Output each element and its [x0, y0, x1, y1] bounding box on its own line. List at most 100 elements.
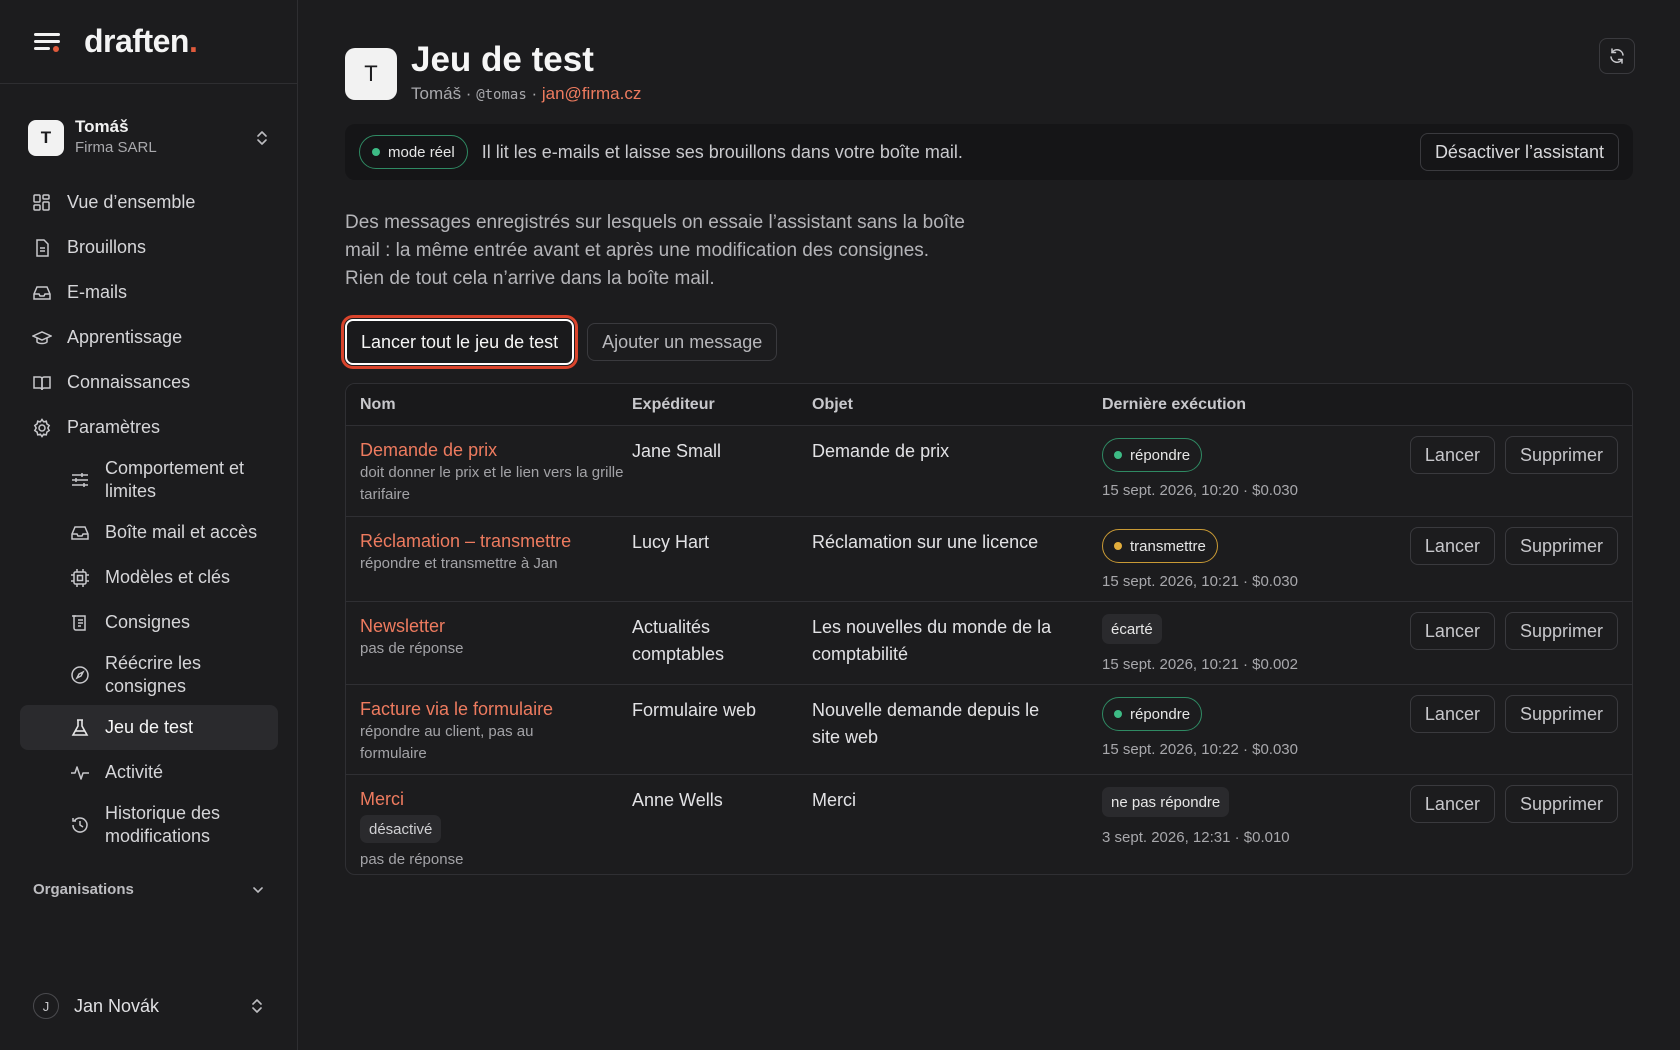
test-case-note: répondre au client, pas au formulaire [360, 723, 534, 762]
banner-text: Il lit les e-mails et laisse ses brouill… [481, 141, 963, 162]
test-case-note: doit donner le prix et le lien vers la g… [360, 464, 624, 503]
delete-button[interactable]: Supprimer [1504, 527, 1618, 565]
disabled-badge: désactivé [360, 815, 442, 843]
sender-cell: Anne Wells [632, 790, 723, 810]
sender-cell: Lucy Hart [632, 532, 710, 552]
run-button[interactable]: Lancer [1409, 436, 1495, 474]
table-header: Nom Expéditeur Objet Dernière exécution [346, 384, 1632, 426]
sidebar-item-drafts[interactable]: Brouillons [20, 225, 278, 270]
sidebar-item-activity[interactable]: Activité [20, 750, 278, 795]
sidebar-item-history[interactable]: Historique des modifications [20, 795, 278, 855]
column-header-sender[interactable]: Expéditeur [632, 396, 812, 414]
sidebar-item-behavior[interactable]: Comportement et limites [20, 450, 278, 510]
chevron-updown-icon [252, 999, 262, 1013]
delete-button[interactable]: Supprimer [1504, 785, 1618, 823]
column-header-name[interactable]: Nom [346, 396, 632, 414]
refresh-button[interactable] [1599, 38, 1635, 74]
result-label: répondre [1130, 446, 1191, 464]
sidebar-item-mailbox[interactable]: Boîte mail et accès [20, 510, 278, 555]
sidebar-item-settings[interactable]: Paramètres [20, 405, 278, 450]
mode-badge: mode réel [359, 135, 468, 169]
menu-icon[interactable] [34, 31, 60, 53]
sidebar-item-label: Brouillons [67, 237, 147, 257]
run-all-button[interactable]: Lancer tout le jeu de test [340, 315, 579, 369]
sidebar-item-overview[interactable]: Vue d’ensemble [20, 180, 278, 225]
page-description: Des messages enregistrés sur lesquels on… [345, 212, 965, 289]
delete-button[interactable]: Supprimer [1504, 612, 1618, 650]
sidebar-item-models[interactable]: Modèles et clés [20, 555, 278, 600]
subject-cell: Nouvelle demande depuis le site web [812, 700, 1040, 747]
assistant-status-banner: mode réel Il lit les e-mails et laisse s… [345, 124, 1633, 180]
sidebar-item-knowledge[interactable]: Connaissances [20, 360, 278, 405]
cpu-icon [71, 568, 89, 587]
result-badge: écarté [1102, 614, 1162, 644]
result-label: répondre [1130, 705, 1191, 723]
flask-icon [71, 718, 89, 736]
owner-email-link[interactable]: jan@firma.cz [542, 84, 641, 103]
run-button[interactable]: Lancer [1409, 695, 1495, 733]
result-badge: ne pas répondre [1102, 787, 1230, 817]
mode-label: mode réel [388, 143, 455, 161]
separator: · [526, 84, 542, 103]
workspace-avatar: T [28, 120, 64, 156]
test-set-table: Nom Expéditeur Objet Dernière exécution … [345, 383, 1633, 875]
sidebar-item-label: Boîte mail et accès [105, 522, 258, 542]
delete-button[interactable]: Supprimer [1504, 695, 1618, 733]
run-button[interactable]: Lancer [1409, 785, 1495, 823]
workspace-switcher[interactable]: T Tomáš Firma SARL [28, 116, 270, 160]
column-header-subject[interactable]: Objet [812, 396, 1102, 414]
result-badge: transmettre [1102, 529, 1218, 563]
organisations-toggle[interactable]: Organisations [33, 881, 265, 898]
test-case-note: pas de réponse [360, 640, 464, 657]
result-badge: répondre [1102, 697, 1203, 731]
test-case-link[interactable]: Merci [360, 787, 632, 811]
sidebar-item-label: Historique des modifications [105, 803, 221, 846]
sender-cell: Formulaire web [632, 700, 757, 720]
sidebar-item-label: Connaissances [67, 372, 191, 392]
last-run-meta: 15 sept. 2026, 10:21 · $0.002 [1102, 656, 1298, 673]
deactivate-assistant-button[interactable]: Désactiver l’assistant [1419, 133, 1619, 171]
workspace-org: Firma SARL [75, 139, 157, 156]
sender-cell: Actualités comptables [632, 617, 725, 664]
sidebar-item-label: Apprentissage [67, 327, 183, 347]
owner-handle: @tomas [476, 87, 527, 103]
sidebar-item-label: E-mails [67, 282, 128, 302]
test-case-link[interactable]: Réclamation – transmettre [360, 529, 632, 553]
table-row: Newsletter pas de réponse Actualités com… [346, 602, 1632, 685]
workspace-name: Tomáš [75, 117, 129, 136]
main-content: T Jeu de test Tomáš · @tomas · jan@firma… [340, 0, 1635, 1050]
sidebar-item-label: Vue d’ensemble [67, 192, 196, 212]
sidebar-item-label: Paramètres [67, 417, 161, 437]
sidebar-item-label: Consignes [105, 612, 191, 632]
sidebar-item-testset[interactable]: Jeu de test [20, 705, 278, 750]
page-header: T Jeu de test Tomáš · @tomas · jan@firma… [345, 40, 641, 104]
graduation-cap-icon [32, 330, 52, 344]
sidebar-item-rewrite[interactable]: Réécrire les consignes [20, 645, 278, 705]
sidebar-item-learning[interactable]: Apprentissage [20, 315, 278, 360]
logo[interactable]: draften. [84, 23, 198, 60]
separator: · [461, 84, 477, 103]
sidebar-item-label: Activité [105, 762, 164, 782]
delete-button[interactable]: Supprimer [1504, 436, 1618, 474]
sliders-icon [72, 473, 88, 487]
test-case-link[interactable]: Newsletter [360, 614, 632, 638]
inbox-icon [71, 525, 89, 540]
add-message-button[interactable]: Ajouter un message [587, 323, 778, 361]
test-case-link[interactable]: Facture via le formulaire [360, 697, 632, 721]
sidebar-item-emails[interactable]: E-mails [20, 270, 278, 315]
activity-icon [71, 765, 89, 780]
column-header-last-run[interactable]: Dernière exécution [1102, 396, 1392, 414]
organisations-label: Organisations [33, 881, 134, 898]
result-label: ne pas répondre [1111, 793, 1221, 811]
sidebar-item-label: Jeu de test [105, 717, 194, 737]
run-button[interactable]: Lancer [1409, 527, 1495, 565]
brand-bar: draften. [0, 0, 297, 84]
book-icon [33, 375, 51, 390]
sidebar-item-label: Modèles et clés [105, 567, 231, 587]
run-button[interactable]: Lancer [1409, 612, 1495, 650]
sidebar-item-instructions[interactable]: Consignes [20, 600, 278, 645]
user-menu[interactable]: J Jan Novák [33, 993, 265, 1019]
refresh-icon [1610, 48, 1624, 64]
gear-icon [33, 417, 51, 438]
test-case-link[interactable]: Demande de prix [360, 438, 632, 462]
